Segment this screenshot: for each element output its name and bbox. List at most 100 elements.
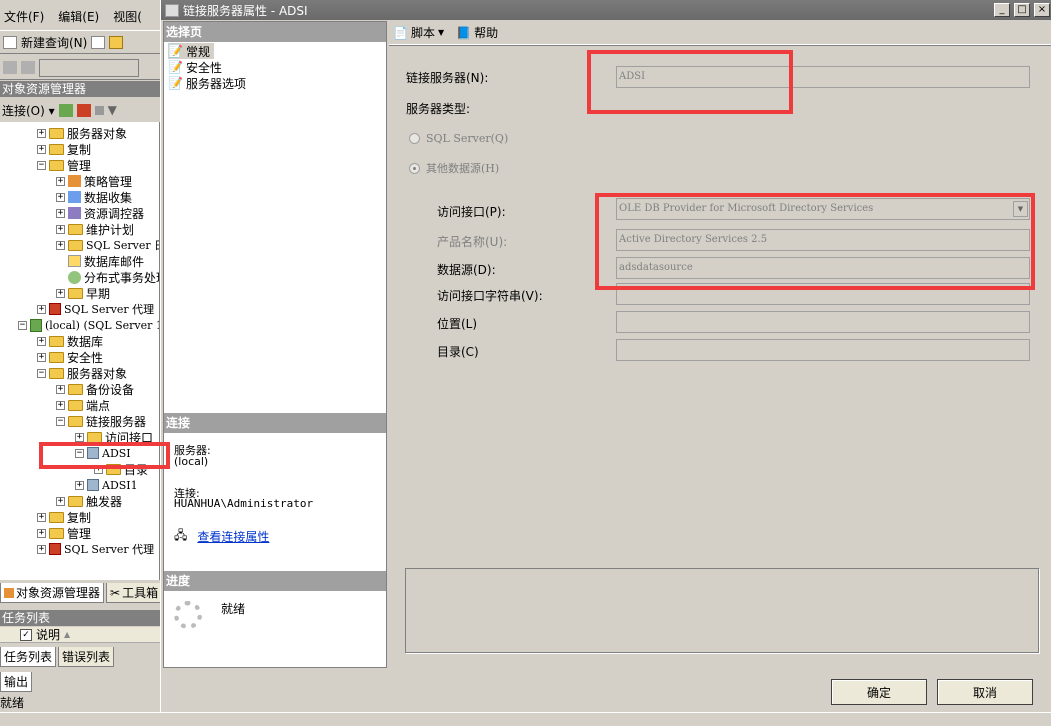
expander-icon[interactable]: + [56, 192, 65, 202]
tree-node[interactable]: + 访问接口 [75, 429, 153, 445]
provider-string-input[interactable] [616, 283, 1030, 305]
expander-icon[interactable]: + [37, 304, 46, 314]
tab-error-list[interactable]: 错误列表 [58, 647, 115, 667]
linked-server-input[interactable]: ADSI [616, 66, 1030, 88]
toolbar-icon[interactable] [21, 61, 35, 74]
page-general[interactable]: 📝 常规 [168, 43, 214, 59]
expander-icon[interactable]: + [37, 528, 46, 538]
tab-task-list[interactable]: 任务列表 [0, 647, 57, 667]
stop-icon[interactable] [94, 105, 104, 115]
expander-icon[interactable]: − [56, 416, 65, 426]
expander-icon[interactable]: − [37, 368, 46, 378]
provider-select[interactable]: OLE DB Provider for Microsoft Directory … [616, 198, 1030, 220]
expander-icon[interactable]: + [56, 400, 65, 410]
expander-icon[interactable]: + [37, 128, 46, 138]
script-button[interactable]: 📄 脚本 ▼ [393, 24, 444, 41]
tree-node[interactable]: + 服务器对象 [37, 125, 127, 141]
expander-icon[interactable]: + [56, 240, 65, 250]
tree-node[interactable]: − 服务器对象 [37, 365, 127, 381]
checkbox-column[interactable]: ✓ [20, 628, 32, 641]
tree-node[interactable]: + 数据库 [37, 333, 103, 349]
tree-node[interactable]: 数据库邮件 [56, 253, 144, 269]
tree-node[interactable]: + ADSI1 [75, 477, 138, 493]
tree-node[interactable]: + SQL Server 日志 [56, 237, 159, 253]
expander-icon[interactable]: + [37, 352, 46, 362]
other-datasource-radio[interactable]: 其他数据源(H) [409, 160, 499, 176]
toolbar-combobox[interactable] [39, 58, 139, 77]
tree-node[interactable]: + 目录 [94, 461, 148, 477]
tree-node[interactable]: − 链接服务器 [56, 413, 146, 429]
ok-button[interactable]: 确定 [831, 679, 927, 705]
expander-icon[interactable]: + [37, 144, 46, 154]
expander-icon[interactable]: − [18, 320, 27, 330]
tree-node[interactable]: + 触发器 [56, 493, 122, 509]
maximize-button[interactable]: □ [1014, 3, 1030, 17]
new-file-icon[interactable] [91, 35, 106, 49]
connect-button[interactable]: 连接(O) ▾ [2, 102, 55, 119]
expander-icon[interactable]: + [56, 224, 65, 234]
view-connection-properties[interactable]: 🖧 查看连接属性 [174, 526, 269, 547]
tree-node[interactable]: − 管理 [37, 157, 91, 173]
tab-object-explorer[interactable]: 对象资源管理器 [0, 583, 105, 603]
dropdown-arrow-icon[interactable]: ▼ [1013, 201, 1028, 217]
tree-node[interactable]: + 数据收集 [56, 189, 132, 205]
expander-icon[interactable]: + [56, 288, 65, 298]
close-button[interactable]: × [1034, 3, 1050, 17]
expander-icon[interactable]: − [37, 160, 46, 170]
tree-node[interactable]: + 维护计划 [56, 221, 134, 237]
menu-file[interactable]: 文件(F) [4, 8, 44, 26]
filter-icon[interactable]: ▼ [108, 103, 117, 117]
tree-node[interactable]: − ADSI [75, 445, 131, 461]
tree-node[interactable]: + SQL Server 代理 [37, 541, 154, 557]
datasource-input[interactable]: adsdatasource [616, 257, 1030, 279]
linked-server-label: 链接服务器(N): [406, 71, 489, 85]
tree-node[interactable]: 分布式事务处理 [56, 269, 159, 285]
cancel-button[interactable]: 取消 [937, 679, 1033, 705]
minimize-button[interactable]: _ [994, 3, 1010, 17]
bottom-tabs: 任务列表 错误列表 [0, 647, 160, 667]
tab-toolbox[interactable]: ✂ 工具箱 [106, 583, 160, 603]
tree-node[interactable]: + 资源调控器 [56, 205, 144, 221]
product-input[interactable]: Active Directory Services 2.5 [616, 229, 1030, 251]
tree-node[interactable]: + 复制 [37, 141, 91, 157]
expander-icon[interactable]: + [56, 176, 65, 186]
catalog-input[interactable] [616, 339, 1030, 361]
connect-icon[interactable] [58, 103, 73, 117]
description-column[interactable]: 说明 [36, 626, 60, 643]
expander-icon[interactable]: + [56, 208, 65, 218]
disconnect-icon[interactable] [76, 103, 91, 117]
tree-node[interactable]: + 管理 [37, 525, 91, 541]
tree-node[interactable]: + 备份设备 [56, 381, 134, 397]
menu-view[interactable]: 视图( [113, 8, 142, 26]
expander-icon[interactable]: + [75, 480, 84, 490]
open-icon[interactable] [109, 35, 124, 49]
menu-edit[interactable]: 编辑(E) [58, 8, 99, 26]
expander-icon[interactable]: + [75, 432, 84, 442]
tree-node[interactable]: + SQL Server 代理 [37, 301, 154, 317]
new-query-button[interactable]: 新建查询(N) [21, 34, 87, 51]
expander-icon[interactable]: + [94, 464, 103, 474]
tab-output[interactable]: 输出 [0, 672, 33, 692]
dialog-right-pane: 📄 脚本 ▼ 📘 帮助 链接服务器(N): ADSI 服务器类型: SQL Serve… [389, 21, 1051, 668]
tree-node[interactable]: + 早期 [56, 285, 110, 301]
tree-node[interactable]: + 安全性 [37, 349, 103, 365]
folder-icon [68, 223, 83, 235]
location-input[interactable] [616, 311, 1030, 333]
expander-icon[interactable]: + [56, 384, 65, 394]
tree-node[interactable]: + 复制 [37, 509, 91, 525]
page-security[interactable]: 📝 安全性 [168, 59, 222, 75]
expander-icon[interactable]: + [37, 512, 46, 522]
tree-node[interactable]: − (local) (SQL Server 1 [18, 317, 159, 333]
toolbar-icon[interactable] [3, 61, 17, 74]
sql-server-radio[interactable]: SQL Server(Q) [409, 132, 508, 145]
expander-icon[interactable]: + [37, 544, 46, 554]
expander-icon[interactable]: − [75, 448, 84, 458]
expander-icon[interactable]: + [56, 496, 65, 506]
help-button[interactable]: 📘 帮助 [456, 24, 498, 41]
location-label: 位置(L) [437, 317, 478, 331]
tree-node[interactable]: + 策略管理 [56, 173, 132, 189]
tree-node[interactable]: + 端点 [56, 397, 110, 413]
expander-icon[interactable]: + [37, 336, 46, 346]
view-connection-properties-link[interactable]: 查看连接属性 [197, 528, 269, 545]
page-server-options[interactable]: 📝 服务器选项 [168, 75, 246, 91]
